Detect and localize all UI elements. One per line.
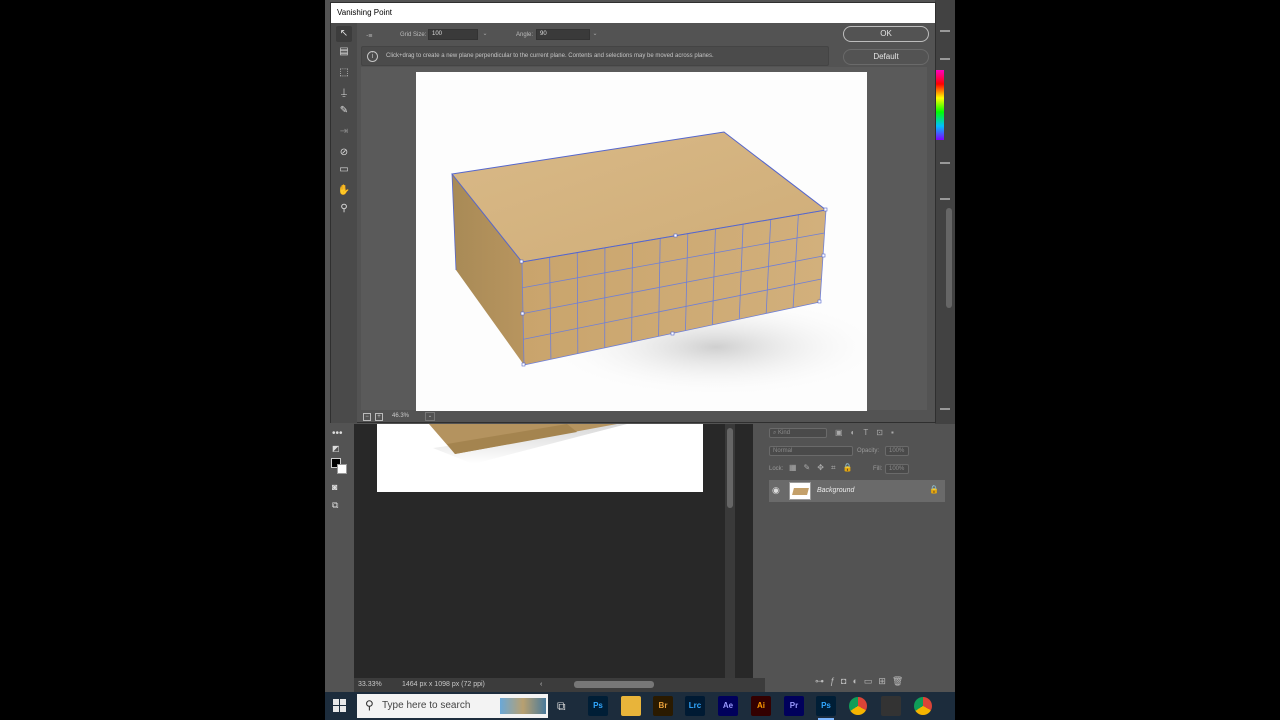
search-highlight-image — [500, 698, 546, 714]
create-plane-tool-icon[interactable]: ▤ — [336, 44, 352, 60]
zoom-tool-icon[interactable]: ⚲ — [336, 201, 352, 217]
info-bar: i Click+drag to create a new plane perpe… — [361, 46, 829, 66]
taskbar-app-lrc-icon[interactable]: Lrc — [685, 696, 705, 716]
tool-options-bar: ⋅≡ Grid Size: 100 ⌄ Angle: 90 ⌄ — [358, 25, 828, 45]
canvas-horizontal-scrollbar[interactable] — [574, 681, 654, 688]
status-bar: 33.33% 1464 px x 1098 px (72 ppi) ‹ — [354, 678, 765, 692]
vanishing-point-dialog: Vanishing Point ↖ ▤ ⬚ ⍊ ✎ ⇥ ⊘ ▭ ✋ ⚲ ⋅≡ G… — [330, 2, 936, 423]
scroll-left-icon[interactable]: ‹ — [540, 681, 542, 688]
background-color-swatch[interactable] — [337, 464, 347, 474]
panel-menu-icon[interactable] — [940, 162, 950, 164]
taskbar-search-box[interactable]: ⚲ Type here to search — [357, 694, 548, 718]
options-menu-icon[interactable]: ⋅≡ — [366, 32, 372, 40]
panel-menu-icon[interactable] — [940, 30, 950, 32]
ok-button[interactable]: OK — [843, 26, 929, 42]
info-icon: i — [367, 51, 378, 62]
preview-area[interactable] — [361, 67, 927, 411]
stamp-tool-icon[interactable]: ⍊ — [336, 85, 352, 101]
dialog-title: Vanishing Point — [337, 8, 392, 17]
taskbar-app-file-explorer-icon[interactable] — [621, 696, 641, 716]
measure-tool-icon[interactable]: ▭ — [336, 162, 352, 178]
taskbar-app-ae-icon[interactable]: Ae — [718, 696, 738, 716]
opacity-field[interactable]: 100% — [885, 446, 909, 456]
panel-menu-icon[interactable] — [940, 408, 950, 410]
zoom-out-icon[interactable]: − — [363, 413, 371, 421]
angle-label: Angle: — [516, 32, 534, 38]
windows-taskbar: ⚲ Type here to search ⧉ Ps Br Lrc Ae Pr Ai Ps — [325, 692, 955, 720]
screen-mode-icon[interactable]: ⧉ — [332, 500, 338, 511]
document-canvas[interactable] — [354, 424, 753, 678]
panel-menu-icon[interactable] — [940, 198, 950, 200]
taskbar-app-ai-icon[interactable]: Ai — [751, 696, 771, 716]
grid-size-input[interactable]: 100 — [428, 29, 478, 40]
task-view-icon[interactable]: ⧉ — [557, 699, 566, 714]
dialog-titlebar[interactable]: Vanishing Point — [331, 3, 935, 23]
zoom-in-icon[interactable]: + — [375, 413, 383, 421]
layer-filter-kind[interactable]: ⌕ Kind — [769, 428, 827, 438]
grid-size-dropdown-icon[interactable]: ⌄ — [480, 29, 490, 40]
marquee-tool-icon[interactable]: ⬚ — [336, 65, 352, 81]
windows-start-icon[interactable] — [333, 699, 347, 713]
zoom-dropdown-icon[interactable]: ⌄ — [425, 412, 435, 421]
search-icon: ⚲ — [365, 698, 374, 712]
taskbar-app-chrome-icon[interactable] — [849, 697, 867, 715]
fill-label: Fill: — [873, 466, 883, 472]
layer-row-background[interactable]: ◉ Background 🔒 — [769, 480, 945, 502]
status-doc-info[interactable]: 1464 px x 1098 px (72 ppi) — [402, 681, 485, 688]
box-photo-bottom — [429, 424, 627, 464]
status-zoom[interactable]: 33.33% — [358, 681, 382, 688]
taskbar-app-pr-icon[interactable]: Pr — [784, 696, 804, 716]
quick-mask-icon[interactable]: ◙ — [332, 482, 337, 492]
eyedropper-tool-icon[interactable]: ⊘ — [336, 145, 352, 161]
layer-filter-icons[interactable]: ▣◐T⊡▪ — [835, 428, 902, 437]
angle-dropdown-icon[interactable]: ⌄ — [590, 29, 600, 40]
preview-image[interactable] — [416, 72, 867, 411]
taskbar-app-ps-icon[interactable]: Ps — [588, 696, 608, 716]
layers-footer-icons[interactable]: ⊶ƒ◘◐▭⊞🗑 — [815, 676, 909, 687]
layer-name: Background — [817, 487, 855, 494]
default-button[interactable]: Default — [843, 49, 929, 65]
taskbar-app-ps-active-icon[interactable]: Ps — [816, 696, 836, 720]
fill-field[interactable]: 100% — [885, 464, 909, 474]
panel-scroll-thumb[interactable] — [946, 208, 952, 308]
layer-thumbnail — [789, 482, 811, 500]
info-message: Click+drag to create a new plane perpend… — [386, 53, 714, 59]
hand-tool-icon[interactable]: ✋ — [336, 183, 352, 199]
taskbar-app-chrome-2-icon[interactable] — [914, 697, 932, 715]
vp-toolbar: ↖ ▤ ⬚ ⍊ ✎ ⇥ ⊘ ▭ ✋ ⚲ — [331, 23, 357, 423]
lock-icon[interactable]: 🔒 — [929, 485, 939, 494]
brush-tool-icon[interactable]: ✎ — [336, 103, 352, 119]
grid-size-label: Grid Size: — [400, 32, 427, 38]
panel-strip — [935, 0, 955, 424]
dialog-footer: − + 46.3% ⌄ — [357, 411, 935, 423]
transform-tool-icon[interactable]: ⇥ — [336, 124, 352, 140]
lock-icons[interactable]: ▦✎✥⌗🔒 — [789, 463, 859, 473]
box-with-perspective-grid — [451, 131, 867, 397]
search-icon: ⌕ — [773, 430, 777, 436]
kind-label: Kind — [778, 430, 791, 436]
taskbar-app-br-icon[interactable]: Br — [653, 696, 673, 716]
blend-mode-select[interactable]: Normal — [769, 446, 853, 456]
canvas-vertical-scrollbar[interactable] — [725, 424, 735, 678]
zoom-level[interactable]: 46.3% — [392, 413, 409, 419]
eye-icon[interactable]: ◉ — [772, 485, 780, 496]
search-placeholder: Type here to search — [382, 700, 471, 711]
layers-panel: ⌕ Kind ▣◐T⊡▪ Normal Opacity: 100% Lock: … — [765, 424, 955, 692]
taskbar-app-camera-icon[interactable] — [881, 696, 901, 716]
opacity-label: Opacity: — [857, 448, 880, 454]
tools-panel: ••• ◩ ◙ ⧉ — [325, 424, 354, 678]
color-spectrum[interactable] — [936, 70, 944, 140]
edit-plane-tool-icon[interactable]: ↖ — [336, 26, 352, 42]
document-image[interactable] — [377, 424, 703, 492]
more-tools-icon[interactable]: ••• — [332, 428, 343, 439]
panel-menu-icon[interactable] — [940, 58, 950, 60]
lock-label: Lock: — [769, 466, 784, 472]
angle-input[interactable]: 90 — [536, 29, 590, 40]
default-colors-icon[interactable]: ◩ — [332, 444, 340, 453]
